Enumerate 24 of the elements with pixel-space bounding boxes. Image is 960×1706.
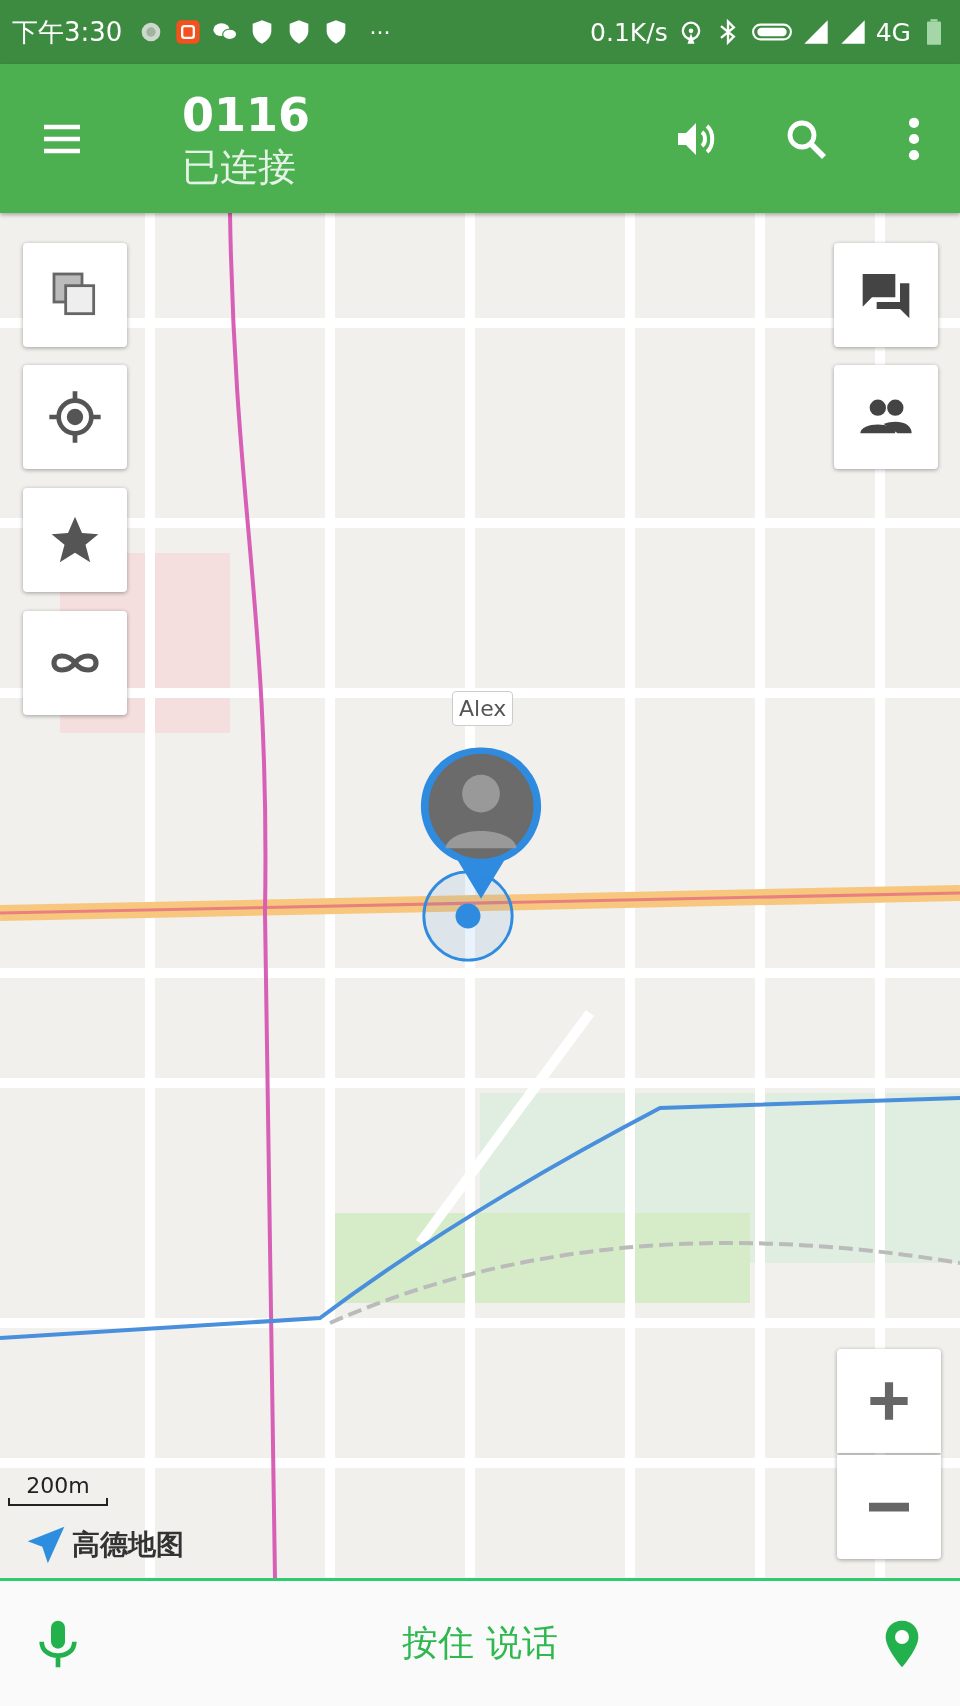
- scale-label: 200m: [26, 1473, 90, 1498]
- crosshair-icon: [47, 389, 103, 445]
- minus-icon: [869, 1502, 909, 1512]
- zoom-out-button[interactable]: [837, 1455, 941, 1559]
- status-time: 下午3:30: [12, 15, 123, 49]
- map-attribution: 高德地图: [72, 1527, 184, 1563]
- signal-icon: [801, 18, 830, 46]
- signal-icon: [838, 18, 867, 46]
- network-type: 4G: [875, 17, 911, 47]
- push-to-talk-button[interactable]: 按住 说话: [382, 1609, 578, 1678]
- more-notifications-text: ···: [369, 19, 391, 45]
- locate-button[interactable]: [23, 365, 127, 469]
- network-speed: 0.1K/s: [590, 17, 668, 47]
- zoom-in-button[interactable]: [837, 1349, 941, 1453]
- device-title: 0116: [182, 86, 311, 143]
- marker-label: Alex: [452, 691, 514, 726]
- favorites-button[interactable]: [23, 488, 127, 592]
- track-button[interactable]: [23, 611, 127, 715]
- connection-status: 已连接: [182, 143, 297, 191]
- chat-button[interactable]: [834, 243, 938, 347]
- people-button[interactable]: [834, 365, 938, 469]
- more-options-icon: [908, 116, 920, 161]
- location-dot-icon: [420, 868, 516, 964]
- layers-button[interactable]: [23, 243, 127, 347]
